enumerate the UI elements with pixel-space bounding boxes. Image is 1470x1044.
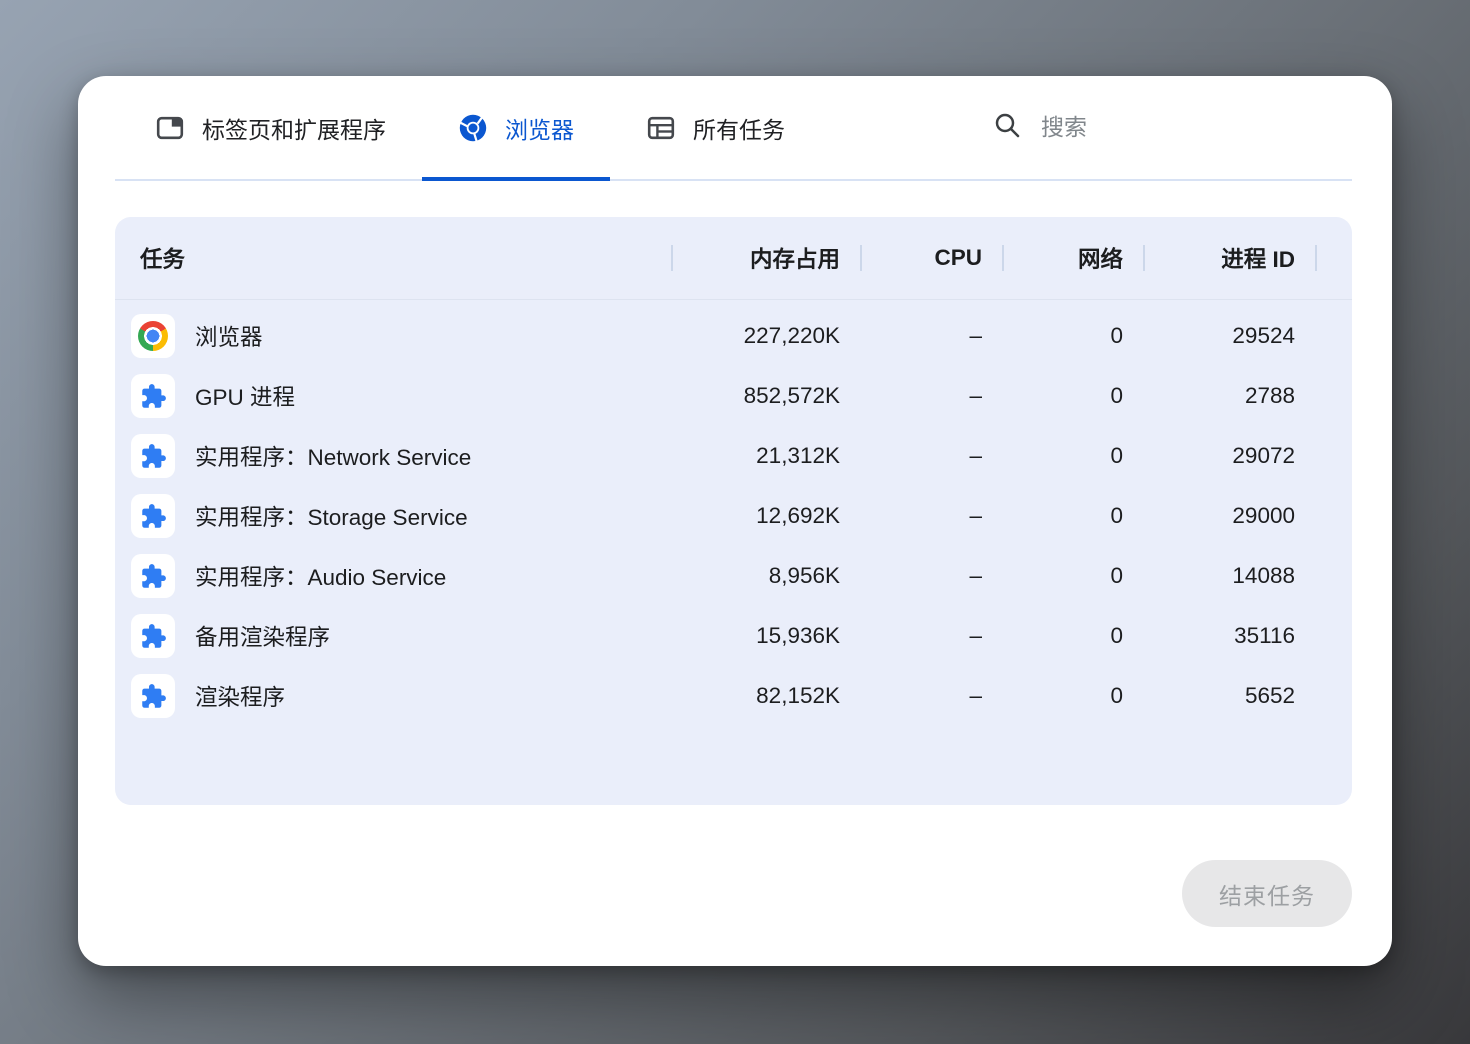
task-cell-label: 实用程序：Storage Service [195,500,468,532]
tab-all-tasks[interactable]: 所有任务 [610,76,821,179]
task-icon-box [131,554,175,598]
cpu-cell: – [862,443,1004,469]
network-cell: 0 [1004,503,1145,529]
task-cell-label: 实用程序：Audio Service [195,560,446,592]
task-cell-label: 浏览器 [195,320,263,352]
table-row[interactable]: 实用程序：Storage Service 12,692K – 0 29000 [115,486,1352,546]
tab-label: 标签页和扩展程序 [202,111,386,145]
chromium-icon [458,113,488,143]
cpu-cell: – [862,563,1004,589]
task-icon-box [131,434,175,478]
process-table: 任务 内存占用 CPU 网络 进程 ID 浏览器 227,220K – 0 29… [115,217,1352,805]
cpu-cell: – [862,503,1004,529]
extension-icon [140,623,167,650]
task-icon-box [131,614,175,658]
column-header-network[interactable]: 网络 [1004,217,1145,299]
column-header-cpu[interactable]: CPU [862,217,1004,299]
network-cell: 0 [1004,683,1145,709]
task-cell-label: 渲染程序 [195,680,285,712]
task-cell-label: 实用程序：Network Service [195,440,471,472]
memory-cell: 12,692K [673,503,862,529]
extension-icon [140,383,167,410]
cpu-cell: – [862,383,1004,409]
all-tasks-icon [646,113,676,143]
network-cell: 0 [1004,443,1145,469]
task-icon-box [131,674,175,718]
extension-icon [140,443,167,470]
tab-tabs-and-extensions[interactable]: 标签页和扩展程序 [115,76,422,179]
memory-cell: 227,220K [673,323,862,349]
table-row[interactable]: 浏览器 227,220K – 0 29524 [115,306,1352,366]
search-input[interactable] [1039,113,1348,142]
task-cell: 实用程序：Storage Service [115,494,673,538]
task-cell: 实用程序：Network Service [115,434,673,478]
cpu-cell: – [862,683,1004,709]
table-row[interactable]: 备用渲染程序 15,936K – 0 35116 [115,606,1352,666]
task-cell: GPU 进程 [115,374,673,418]
pid-cell: 29000 [1145,503,1317,529]
extension-icon [140,503,167,530]
column-header-task[interactable]: 任务 [115,217,673,299]
tab-label: 浏览器 [505,111,574,145]
task-cell: 渲染程序 [115,674,673,718]
task-icon-box [131,494,175,538]
tab-browser[interactable]: 浏览器 [422,76,610,179]
table-body: 浏览器 227,220K – 0 29524 GPU 进程 852,572K –… [115,300,1352,726]
pid-cell: 29524 [1145,323,1317,349]
task-cell: 实用程序：Audio Service [115,554,673,598]
table-row[interactable]: 渲染程序 82,152K – 0 5652 [115,666,1352,726]
tabs-and-extensions-icon [155,113,185,143]
pid-cell: 5652 [1145,683,1317,709]
extension-icon [140,683,167,710]
chrome-logo-icon [138,321,168,351]
memory-cell: 8,956K [673,563,862,589]
table-row[interactable]: 实用程序：Network Service 21,312K – 0 29072 [115,426,1352,486]
task-icon-box [131,374,175,418]
search-icon [993,111,1021,144]
cpu-cell: – [862,623,1004,649]
search-field[interactable] [993,76,1352,179]
cpu-cell: – [862,323,1004,349]
task-cell: 备用渲染程序 [115,614,673,658]
memory-cell: 15,936K [673,623,862,649]
pid-cell: 35116 [1145,623,1317,649]
table-row[interactable]: 实用程序：Audio Service 8,956K – 0 14088 [115,546,1352,606]
memory-cell: 21,312K [673,443,862,469]
task-cell-label: 备用渲染程序 [195,620,330,652]
pid-cell: 14088 [1145,563,1317,589]
task-cell: 浏览器 [115,314,673,358]
column-header-memory[interactable]: 内存占用 [673,217,862,299]
network-cell: 0 [1004,323,1145,349]
tab-label: 所有任务 [693,111,785,145]
network-cell: 0 [1004,623,1145,649]
column-header-pid[interactable]: 进程 ID [1145,217,1317,299]
table-header: 任务 内存占用 CPU 网络 进程 ID [115,217,1352,300]
pid-cell: 2788 [1145,383,1317,409]
memory-cell: 82,152K [673,683,862,709]
pid-cell: 29072 [1145,443,1317,469]
network-cell: 0 [1004,383,1145,409]
network-cell: 0 [1004,563,1145,589]
memory-cell: 852,572K [673,383,862,409]
extension-icon [140,563,167,590]
task-cell-label: GPU 进程 [195,380,295,412]
table-row[interactable]: GPU 进程 852,572K – 0 2788 [115,366,1352,426]
end-task-button[interactable]: 结束任务 [1182,860,1352,927]
tab-bar: 标签页和扩展程序 浏览器 [115,76,1352,181]
task-icon-box [131,314,175,358]
task-manager-window: 标签页和扩展程序 浏览器 [78,76,1392,966]
